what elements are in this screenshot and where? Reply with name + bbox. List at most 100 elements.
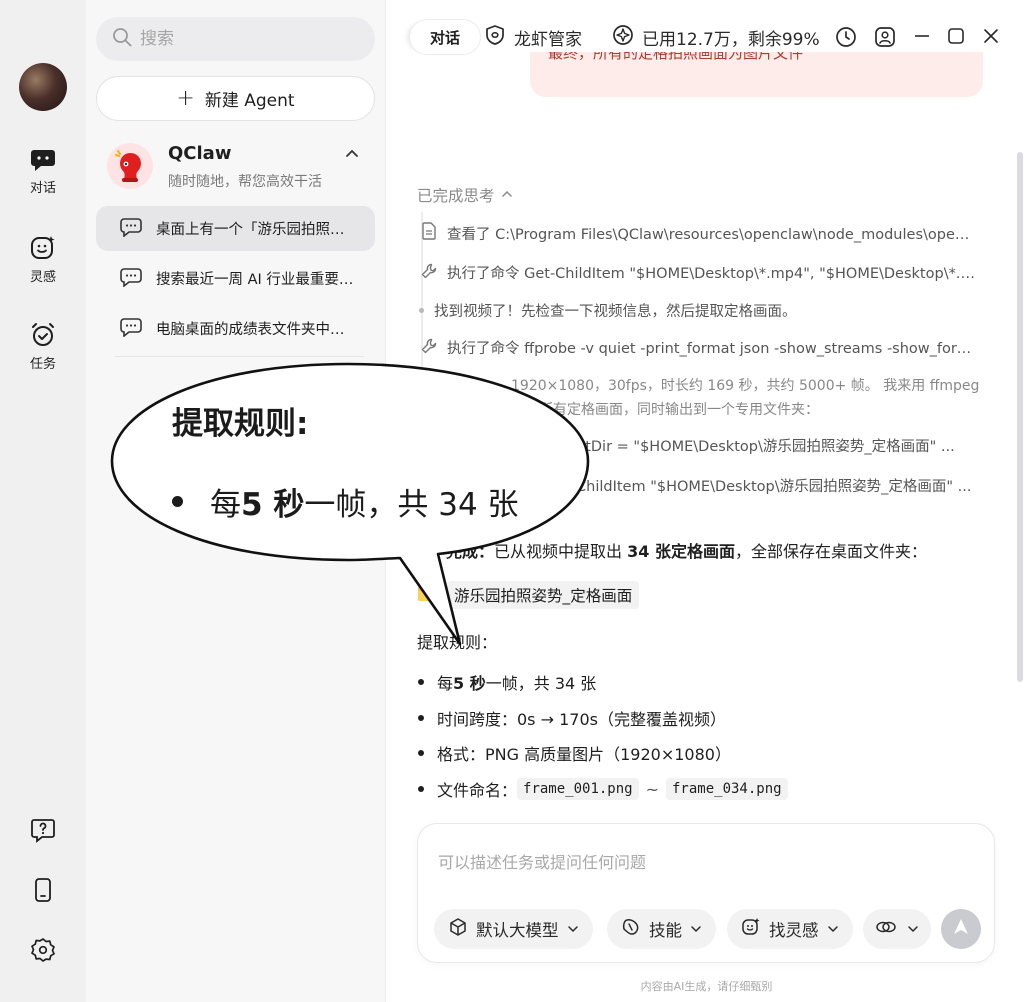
rule-item: 每 5 秒一帧，共 34 张 [417, 670, 596, 694]
agent-subtitle: 随时随地，帮您高效干活 [168, 174, 322, 190]
step-text: 1920×1080，30fps，时长约 169 秒，共约 5000+ 帧。 我来… [511, 378, 980, 394]
step-text: 提取所有定格画面，同时输出到一个专用文件夹： [511, 402, 819, 418]
rules-heading: 提取规则： [417, 633, 498, 652]
chevron-down-icon [567, 920, 579, 939]
lobster-manager-button[interactable]: 龙虾管家 [484, 24, 582, 51]
file-icon [421, 222, 437, 244]
rule-bold: 5 秒 [453, 674, 486, 693]
thinking-step: 提取所有定格画面，同时输出到一个专用文件夹： [511, 399, 981, 419]
skills-selector[interactable]: 技能 [607, 909, 716, 949]
thinking-step[interactable]: 执行了命令 Get-ChildItem "$HOME\Desktop\*.mp4… [417, 262, 977, 283]
chevron-up-icon[interactable] [344, 146, 360, 166]
step-text: 找到视频了！先检查一下视频信息，然后提取定格画面。 [434, 304, 797, 320]
chevron-up-icon [501, 186, 513, 204]
rule-text: 一帧，共 34 张 [485, 674, 597, 693]
range-separator: ~ [645, 779, 659, 799]
thinking-toggle[interactable]: 已完成思考 [417, 184, 513, 206]
composer[interactable]: 可以描述任务或提问任何问题 默认大模型 技能 找灵感 [417, 823, 995, 963]
rule-text: 文件命名： [437, 781, 518, 800]
rail-item-label: 任务 [29, 357, 56, 372]
conversation-title: 搜索最近一周 AI 行业最重要的新闻 [156, 272, 356, 288]
step-text: ChildItem "$HOME\Desktop\游乐园拍照姿势_定格画面" .… [576, 479, 972, 495]
model-label: 默认大模型 [476, 921, 559, 940]
thinking-step: 找到视频了！先检查一下视频信息，然后提取定格画面。 [417, 300, 977, 321]
plus-icon: + [176, 86, 195, 111]
scrollbar[interactable] [1017, 152, 1023, 682]
close-icon[interactable] [981, 26, 1001, 50]
rail-item-tasks[interactable]: 任务 [0, 322, 86, 372]
send-button[interactable] [941, 909, 981, 949]
settings-icon [30, 937, 56, 963]
send-arrow-icon [951, 917, 971, 941]
inspiration-selector[interactable]: 找灵感 [727, 909, 853, 949]
step-text: 执行了命令 Get-ChildItem "$HOME\Desktop\*.mp4… [447, 266, 977, 282]
qclaw-logo [106, 142, 154, 190]
search-box[interactable] [96, 17, 375, 61]
search-icon [112, 27, 132, 51]
alarm-clock-icon [30, 322, 56, 348]
step-dot [419, 308, 424, 313]
thinking-step[interactable]: 查看了 C:\Program Files\QClaw\resources\ope… [417, 222, 977, 244]
thinking-step[interactable]: utDir = "$HOME\Desktop\游乐园拍照姿势_定格画面" ... [576, 435, 976, 456]
minimize-icon[interactable] [912, 26, 932, 50]
sparkle-smile-icon [741, 917, 761, 941]
wrench-icon [421, 338, 437, 358]
chevron-down-icon [827, 920, 839, 939]
settings-button[interactable] [0, 937, 86, 963]
nav-rail: 对话 灵感 任务 [0, 0, 86, 1002]
rule-text: 每 [437, 674, 454, 693]
profile-icon[interactable] [874, 26, 896, 52]
history-icon[interactable] [835, 26, 857, 52]
conversation-item[interactable]: 桌面上有一个「游乐园拍照姿势」视频，帮我把所有定格画面提取出来 [96, 206, 375, 251]
search-input[interactable] [140, 29, 340, 49]
filename-code: frame_034.png [666, 778, 788, 800]
gauge-icon [612, 24, 634, 51]
wrench-icon [421, 263, 437, 283]
skill-icon [621, 917, 641, 941]
chat-dots-icon [120, 267, 142, 291]
thinking-step: 1920×1080，30fps，时长约 169 秒，共约 5000+ 帧。 我来… [511, 375, 981, 395]
new-agent-label: 新建 Agent [204, 91, 295, 111]
folder-chip[interactable]: 游乐园拍照姿势_定格画面 [417, 581, 640, 609]
tab-chat[interactable]: 对话 [410, 20, 480, 54]
result-summary: 完成：已从视频中提取出 34 张定格画面，全部保存在桌面文件夹： [446, 538, 927, 562]
model-selector[interactable]: 默认大模型 [434, 909, 593, 949]
chat-main: 最终，所有的定格拍照画面为图片文件 对话 龙虾管家 已用12.7万，剩余99% [386, 0, 1027, 1002]
help-icon [30, 817, 56, 843]
rule-text: 时间跨度：0s → 170s（完整覆盖视频） [437, 710, 726, 729]
lobster-manager-label: 龙虾管家 [514, 30, 582, 50]
phone-button[interactable] [0, 877, 86, 903]
rail-item-chat[interactable]: 对话 [0, 148, 86, 196]
ai-disclaimer: 内容由AI生成，请仔细甄别 [640, 980, 773, 993]
new-agent-button[interactable]: + 新建 Agent [96, 76, 375, 121]
filename-code: frame_001.png [517, 778, 639, 800]
rule-item: 格式：PNG 高质量图片（1920×1080） [417, 741, 731, 765]
chevron-down-icon [907, 920, 919, 939]
conversation-title: 桌面上有一个「游乐园拍照姿势」视频，帮我把所有定格画面提取出来 [156, 222, 356, 238]
rule-item: 文件命名： frame_001.png ~ frame_034.png [417, 777, 788, 801]
thinking-label: 已完成思考 [417, 187, 495, 205]
thinking-step[interactable]: 执行了命令 ffprobe -v quiet -print_format jso… [417, 337, 977, 358]
step-text: 查看了 C:\Program Files\QClaw\resources\ope… [447, 226, 977, 243]
avatar[interactable] [19, 63, 67, 111]
chat-bubble-icon [30, 148, 56, 172]
skills-label: 技能 [649, 921, 682, 940]
maximize-icon[interactable] [946, 26, 966, 50]
composer-input[interactable]: 可以描述任务或提问任何问题 [438, 849, 646, 873]
conversation-item[interactable]: 搜索最近一周 AI 行业最重要的新闻 [96, 256, 375, 301]
conversation-item[interactable]: 电脑桌面的成绩表文件夹中有很多表格 [96, 306, 375, 351]
folder-name: 游乐园拍照姿势_定格画面 [447, 581, 640, 609]
usage-indicator[interactable]: 已用12.7万，剩余99% [612, 24, 820, 51]
thinking-step[interactable]: ChildItem "$HOME\Desktop\游乐园拍照姿势_定格画面" .… [576, 475, 976, 496]
step-text: utDir = "$HOME\Desktop\游乐园拍照姿势_定格画面" ... [576, 439, 955, 455]
rule-text: 格式：PNG 高质量图片（1920×1080） [437, 745, 731, 764]
cube-icon [448, 917, 468, 941]
help-button[interactable] [0, 817, 86, 843]
rail-item-inspiration[interactable]: 灵感 [0, 235, 86, 285]
usage-label: 已用12.7万，剩余99% [642, 30, 820, 50]
attachment-selector[interactable] [863, 909, 931, 949]
inspiration-label: 找灵感 [769, 921, 819, 940]
result-text-a: 已从视频中提取出 [494, 542, 628, 561]
chat-dots-icon [120, 217, 142, 241]
folder-icon [417, 585, 437, 606]
